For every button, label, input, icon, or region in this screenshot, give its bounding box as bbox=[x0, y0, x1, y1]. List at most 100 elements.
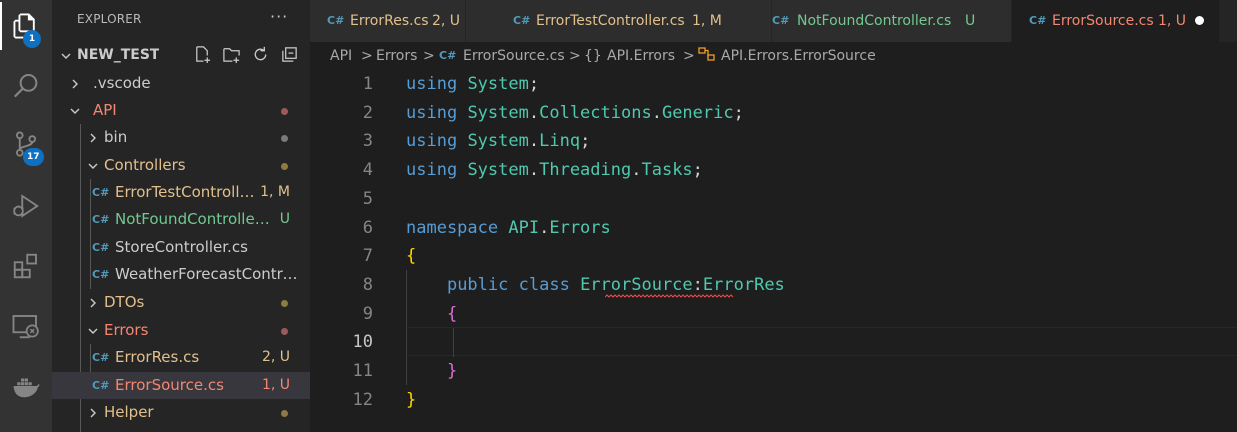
current-line-highlight bbox=[406, 327, 1237, 356]
breadcrumb-item[interactable]: API.Errors bbox=[607, 42, 675, 70]
breadcrumb-separator: > bbox=[423, 48, 435, 64]
tab-errorsource[interactable]: C# ErrorSource.cs 1, U bbox=[1012, 0, 1220, 42]
code-token: . bbox=[631, 160, 642, 181]
code-token: } bbox=[406, 389, 417, 410]
tree-folder-helper[interactable]: Helper bbox=[52, 399, 310, 426]
collapse-all-button[interactable] bbox=[280, 45, 299, 67]
run-debug-icon bbox=[11, 191, 41, 225]
line-number: 4 bbox=[362, 160, 373, 181]
unsaved-dot-icon[interactable] bbox=[1195, 16, 1204, 25]
tab-label: ErrorTestController.cs bbox=[536, 13, 685, 29]
new-file-button[interactable] bbox=[193, 45, 212, 67]
status-dot bbox=[281, 410, 288, 417]
csharp-file-icon: C# bbox=[439, 49, 457, 62]
code-token: class bbox=[518, 274, 570, 295]
refresh-button[interactable] bbox=[251, 45, 270, 67]
tab-errortestcontroller[interactable]: C# ErrorTestController.cs 1, M bbox=[466, 0, 772, 42]
remote-explorer-activity[interactable] bbox=[0, 302, 52, 354]
code-token: using bbox=[406, 102, 458, 123]
code-token: System bbox=[467, 160, 529, 181]
csharp-file-icon: C# bbox=[92, 186, 110, 199]
line-number: 5 bbox=[362, 188, 373, 209]
chevron-right-icon bbox=[68, 70, 82, 97]
class-icon bbox=[698, 42, 715, 70]
chevron-down-icon bbox=[68, 97, 82, 124]
csharp-file-icon: C# bbox=[1029, 14, 1047, 27]
chevron-right-icon bbox=[86, 124, 100, 151]
code-token: ErrorRes bbox=[702, 274, 785, 295]
tree-file-weatherforecastcontroller[interactable]: C# WeatherForecastControll... bbox=[52, 261, 310, 288]
tab-notfoundcontroller[interactable]: C# NotFoundController.cs U bbox=[772, 0, 1012, 42]
csharp-file-icon: C# bbox=[513, 14, 531, 27]
code-token: Collections bbox=[539, 102, 652, 123]
status-dot bbox=[281, 135, 288, 142]
breadcrumb-separator: > bbox=[569, 48, 581, 64]
status-dot bbox=[281, 163, 288, 170]
tree-folder-errors[interactable]: Errors bbox=[52, 317, 310, 344]
source-control-badge: 17 bbox=[23, 148, 44, 166]
tree-label: API bbox=[93, 101, 117, 119]
line-number: 2 bbox=[362, 102, 373, 123]
docker-icon bbox=[11, 371, 41, 405]
code-line: { bbox=[406, 300, 457, 329]
code-line: } bbox=[406, 386, 416, 415]
tree-file-notfoundcontroller[interactable]: C# NotFoundController... U bbox=[52, 206, 310, 233]
sidebar-title: EXPLORER bbox=[77, 12, 142, 26]
more-actions-button[interactable]: ··· bbox=[270, 7, 288, 26]
line-number: 7 bbox=[362, 246, 373, 267]
explorer-activity[interactable]: 1 bbox=[0, 2, 52, 54]
code-token: Generic bbox=[661, 102, 734, 123]
tree-file-errortestcontroller[interactable]: C# ErrorTestControlle... 1, M bbox=[52, 179, 310, 206]
code-editor[interactable]: 1 2 3 4 5 6 7 8 9 10 11 12 using System; using Syste… bbox=[310, 70, 1237, 432]
code-line: namespace API.Errors bbox=[406, 214, 611, 243]
tree-folder-controllers[interactable]: Controllers bbox=[52, 152, 310, 179]
tree-folder-api[interactable]: API bbox=[52, 97, 310, 124]
tree-folder-bin[interactable]: bin bbox=[52, 124, 310, 151]
breadcrumb-item[interactable]: API bbox=[330, 42, 352, 70]
code-token: } bbox=[446, 361, 458, 381]
csharp-file-icon: C# bbox=[92, 379, 110, 392]
breadcrumb-item[interactable]: ErrorSource.cs bbox=[463, 42, 565, 70]
code-line: { bbox=[406, 242, 416, 271]
code-token: System bbox=[467, 102, 529, 123]
tree-label: WeatherForecastControll... bbox=[115, 265, 305, 283]
explorer-badge: 1 bbox=[23, 30, 41, 48]
tree-folder-dtos[interactable]: DTOs bbox=[52, 289, 310, 316]
code-token: using bbox=[406, 131, 458, 152]
activity-bar: 1 17 bbox=[0, 0, 52, 432]
chevron-right-icon bbox=[86, 289, 100, 316]
breadcrumb-item[interactable]: API.Errors.ErrorSource bbox=[721, 42, 876, 70]
search-activity[interactable] bbox=[0, 62, 52, 114]
code-token: . bbox=[528, 131, 540, 152]
breadcrumb-item[interactable]: Errors bbox=[376, 42, 417, 70]
tab-status: 1, M bbox=[692, 13, 722, 29]
chevron-right-icon bbox=[86, 399, 100, 426]
tab-errorres[interactable]: C# ErrorRes.cs 2, U bbox=[310, 0, 466, 42]
new-folder-button[interactable] bbox=[222, 45, 241, 67]
code-token: System bbox=[467, 131, 529, 152]
docker-activity[interactable] bbox=[0, 362, 52, 414]
tree-label: Helper bbox=[104, 403, 154, 421]
source-control-activity[interactable]: 17 bbox=[0, 120, 52, 172]
tree-folder-vscode[interactable]: .vscode bbox=[52, 70, 310, 97]
breadcrumb: API > Errors > C# ErrorSource.cs > {} AP… bbox=[310, 42, 1237, 70]
csharp-file-icon: C# bbox=[92, 351, 110, 364]
extensions-activity[interactable] bbox=[0, 242, 52, 294]
code-token: Errors bbox=[549, 217, 611, 238]
run-debug-activity[interactable] bbox=[0, 182, 52, 234]
code-line: } bbox=[406, 357, 457, 386]
code-token: namespace bbox=[406, 217, 499, 238]
tree-file-errorsource[interactable]: C# ErrorSource.cs 1, U bbox=[52, 372, 310, 399]
chevron-down-icon bbox=[59, 42, 73, 69]
code-token: ; bbox=[528, 74, 540, 94]
tree-file-errorres[interactable]: C# ErrorRes.cs 2, U bbox=[52, 344, 310, 371]
tree-file-storecontroller[interactable]: C# StoreController.cs bbox=[52, 234, 310, 261]
